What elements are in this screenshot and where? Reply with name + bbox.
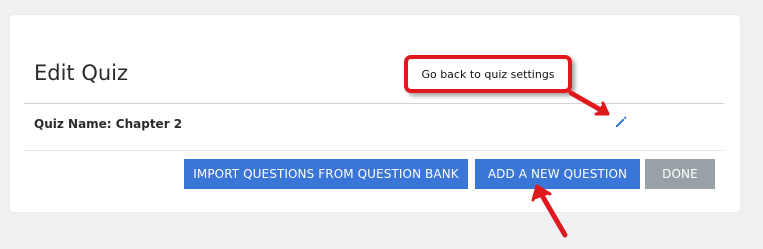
- edit-quiz-card: Edit Quiz Quiz Name: Chapter 2 IMPORT QU…: [10, 15, 740, 212]
- header-divider: [24, 103, 724, 104]
- done-button[interactable]: DONE: [645, 159, 715, 189]
- quiz-name-label: Quiz Name: Chapter 2: [34, 117, 183, 131]
- annotation-callout: Go back to quiz settings: [404, 55, 572, 93]
- footer-divider: [24, 150, 724, 151]
- page-title: Edit Quiz: [34, 61, 129, 85]
- page: Edit Quiz Quiz Name: Chapter 2 IMPORT QU…: [0, 0, 763, 249]
- import-questions-button[interactable]: IMPORT QUESTIONS FROM QUESTION BANK: [184, 159, 468, 189]
- add-new-question-button[interactable]: ADD A NEW QUESTION: [475, 159, 640, 189]
- pencil-icon[interactable]: [614, 115, 628, 129]
